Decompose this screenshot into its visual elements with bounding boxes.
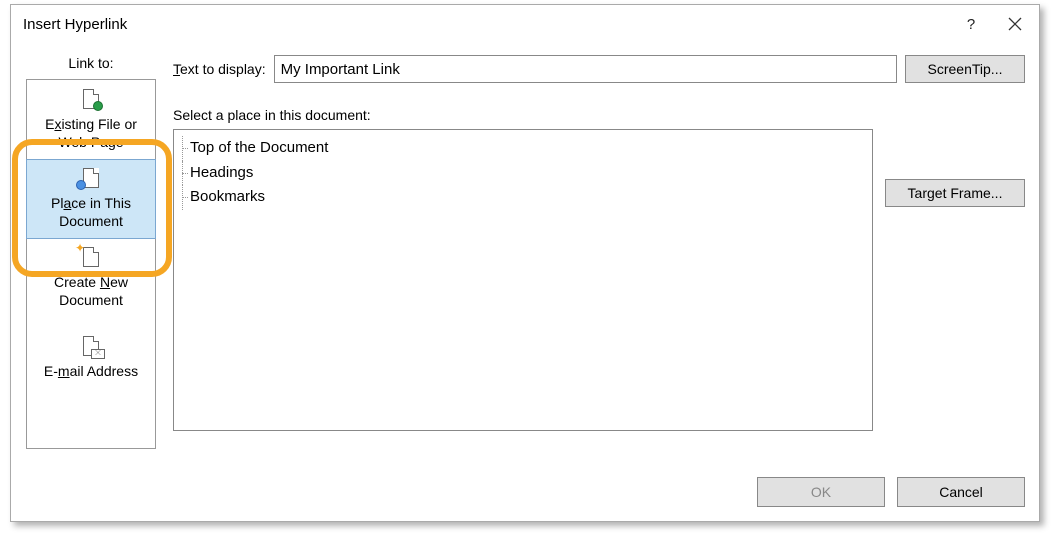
screentip-button[interactable]: ScreenTip...: [905, 55, 1025, 83]
existing-file-icon: [79, 87, 103, 111]
linkto-header: Link to:: [68, 55, 113, 71]
mid-right: Target Frame...: [885, 107, 1025, 459]
linkto-item-label: Create New Document: [54, 273, 128, 309]
help-button[interactable]: ?: [949, 7, 993, 41]
linkto-item-label: Existing File or Web Page: [45, 115, 137, 151]
mid-left: Select a place in this document: Top of …: [173, 107, 873, 459]
tree-item[interactable]: Bookmarks: [182, 185, 864, 210]
linkto-place-in-document[interactable]: Place in This Document: [26, 159, 156, 239]
cancel-button[interactable]: Cancel: [897, 477, 1025, 507]
ok-button[interactable]: OK: [757, 477, 885, 507]
dialog-title: Insert Hyperlink: [23, 16, 949, 33]
email-address-icon: [79, 334, 103, 358]
tree-item[interactable]: Headings: [182, 161, 864, 186]
linkto-list: Existing File or Web Page Place in This …: [26, 79, 156, 449]
text-to-display-label: Text to display:: [173, 61, 266, 77]
linkto-create-new[interactable]: ✦ Create New Document: [27, 238, 155, 318]
linkto-existing-file[interactable]: Existing File or Web Page: [27, 80, 155, 160]
titlebar: Insert Hyperlink ?: [11, 5, 1039, 43]
text-to-display-input[interactable]: [274, 55, 897, 83]
tree-item[interactable]: Top of the Document: [182, 136, 864, 161]
create-new-icon: ✦: [79, 245, 103, 269]
select-place-label: Select a place in this document:: [173, 107, 873, 123]
bottom-buttons: OK Cancel: [173, 477, 1025, 507]
target-frame-button[interactable]: Target Frame...: [885, 179, 1025, 207]
linkto-panel: Link to: Existing File or Web Page: [25, 55, 157, 507]
close-button[interactable]: [993, 7, 1037, 41]
linkto-item-label: Place in This Document: [51, 194, 131, 230]
insert-hyperlink-dialog: Insert Hyperlink ? Link to: Existing Fil…: [10, 4, 1040, 522]
dialog-content: Link to: Existing File or Web Page: [11, 43, 1039, 521]
main-panel: Text to display: ScreenTip... Select a p…: [157, 55, 1025, 507]
linkto-email-address[interactable]: E-mail Address: [27, 318, 155, 398]
text-display-row: Text to display: ScreenTip...: [173, 55, 1025, 83]
linkto-item-label: E-mail Address: [44, 362, 138, 380]
mid-section: Select a place in this document: Top of …: [173, 107, 1025, 459]
place-in-document-icon: [79, 166, 103, 190]
place-tree[interactable]: Top of the Document Headings Bookmarks: [173, 129, 873, 431]
close-icon: [1008, 17, 1022, 31]
